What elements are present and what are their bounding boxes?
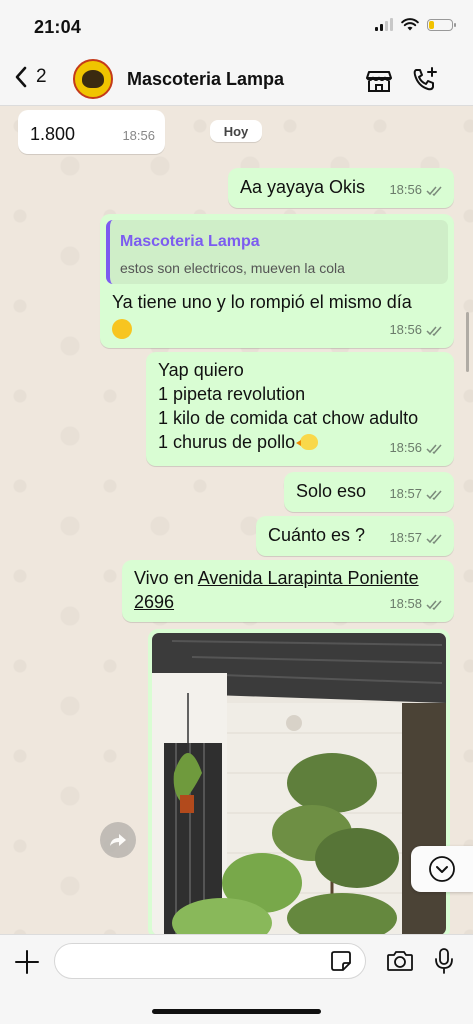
forward-icon — [110, 834, 126, 846]
message-meta: 18:57 — [389, 526, 444, 550]
cellular-signal-icon — [375, 18, 393, 31]
add-call-icon[interactable] — [411, 66, 439, 94]
message-input[interactable] — [54, 943, 366, 979]
read-ticks-icon — [426, 326, 442, 336]
status-icons — [375, 18, 456, 31]
chat-header: 2 Mascoteria Lampa — [0, 54, 473, 106]
microphone-icon[interactable] — [434, 947, 454, 975]
read-ticks-icon — [426, 600, 442, 610]
message-meta: 18:56 — [122, 124, 155, 148]
message-time: 18:56 — [389, 182, 422, 197]
message-meta: 18:56 — [389, 318, 444, 342]
incoming-message[interactable]: 1.800 18:56 — [18, 110, 165, 154]
forward-button[interactable] — [100, 822, 136, 858]
image-message[interactable] — [148, 629, 450, 934]
outgoing-order-message[interactable]: Yap quiero 1 pipeta revolution 1 kilo de… — [146, 352, 454, 466]
message-meta: 18:56 — [389, 436, 444, 460]
wifi-icon — [401, 18, 419, 31]
message-time: 18:58 — [389, 596, 422, 611]
message-text: Cuánto es ? — [268, 525, 366, 545]
message-time: 18:56 — [389, 440, 422, 455]
shared-photo[interactable] — [152, 633, 446, 934]
quote-author: Mascoteria Lampa — [120, 233, 260, 250]
plus-icon[interactable] — [14, 949, 40, 975]
message-meta: 18:56 — [389, 178, 444, 202]
outgoing-message[interactable]: Solo eso 18:57 — [284, 472, 454, 512]
quoted-message[interactable]: Mascoteria Lampa estos son electricos, m… — [106, 220, 448, 284]
message-time: 18:57 — [389, 486, 422, 501]
scroll-indicator — [466, 312, 469, 372]
message-text: Aa yayaya Okis — [240, 177, 366, 197]
home-indicator — [152, 1009, 321, 1014]
message-time: 18:56 — [389, 322, 422, 337]
battery-icon — [427, 18, 456, 31]
scroll-to-bottom-button[interactable] — [411, 846, 473, 892]
chat-area[interactable]: 1.800 18:56 Hoy Aa yayaya Okis 18:56 Mas… — [0, 106, 473, 934]
outgoing-message[interactable]: Cuánto es ? 18:57 — [256, 516, 454, 556]
read-ticks-icon — [426, 444, 442, 454]
read-ticks-icon — [426, 534, 442, 544]
read-ticks-icon — [426, 490, 442, 500]
date-divider: Hoy — [210, 120, 262, 142]
outgoing-reply-message[interactable]: Mascoteria Lampa estos son electricos, m… — [100, 214, 454, 348]
back-chevron-icon — [15, 66, 27, 88]
message-text: 1.800 — [30, 124, 76, 144]
store-icon[interactable] — [365, 66, 393, 94]
status-time: 21:04 — [34, 17, 82, 37]
message-meta: 18:58 — [389, 592, 444, 616]
message-composer — [0, 934, 473, 1024]
message-time: 18:57 — [389, 530, 422, 545]
message-text: Yap quiero 1 pipeta revolution 1 kilo de… — [158, 360, 419, 452]
photo-patio-plants — [152, 633, 446, 934]
status-bar: 21:04 — [0, 0, 473, 54]
rofl-emoji-icon — [112, 319, 132, 339]
sticker-icon[interactable] — [330, 950, 352, 972]
message-text: Solo eso — [296, 481, 367, 501]
message-meta: 18:57 — [389, 482, 444, 506]
camera-icon[interactable] — [386, 949, 414, 973]
read-ticks-icon — [426, 186, 442, 196]
back-button[interactable]: 2 — [14, 66, 47, 88]
outgoing-address-message[interactable]: Vivo en Avenida Larapinta Poniente 2696 … — [122, 560, 454, 622]
contact-name[interactable]: Mascoteria Lampa — [127, 69, 284, 90]
chick-emoji-icon — [296, 434, 319, 450]
outgoing-message[interactable]: Aa yayaya Okis 18:56 — [228, 168, 454, 208]
message-time: 18:56 — [122, 128, 155, 143]
unread-count: 2 — [36, 66, 47, 87]
chevron-down-icon — [429, 856, 455, 882]
quote-text: estos son electricos, mueven la cola — [120, 260, 345, 276]
avatar[interactable] — [73, 59, 113, 99]
